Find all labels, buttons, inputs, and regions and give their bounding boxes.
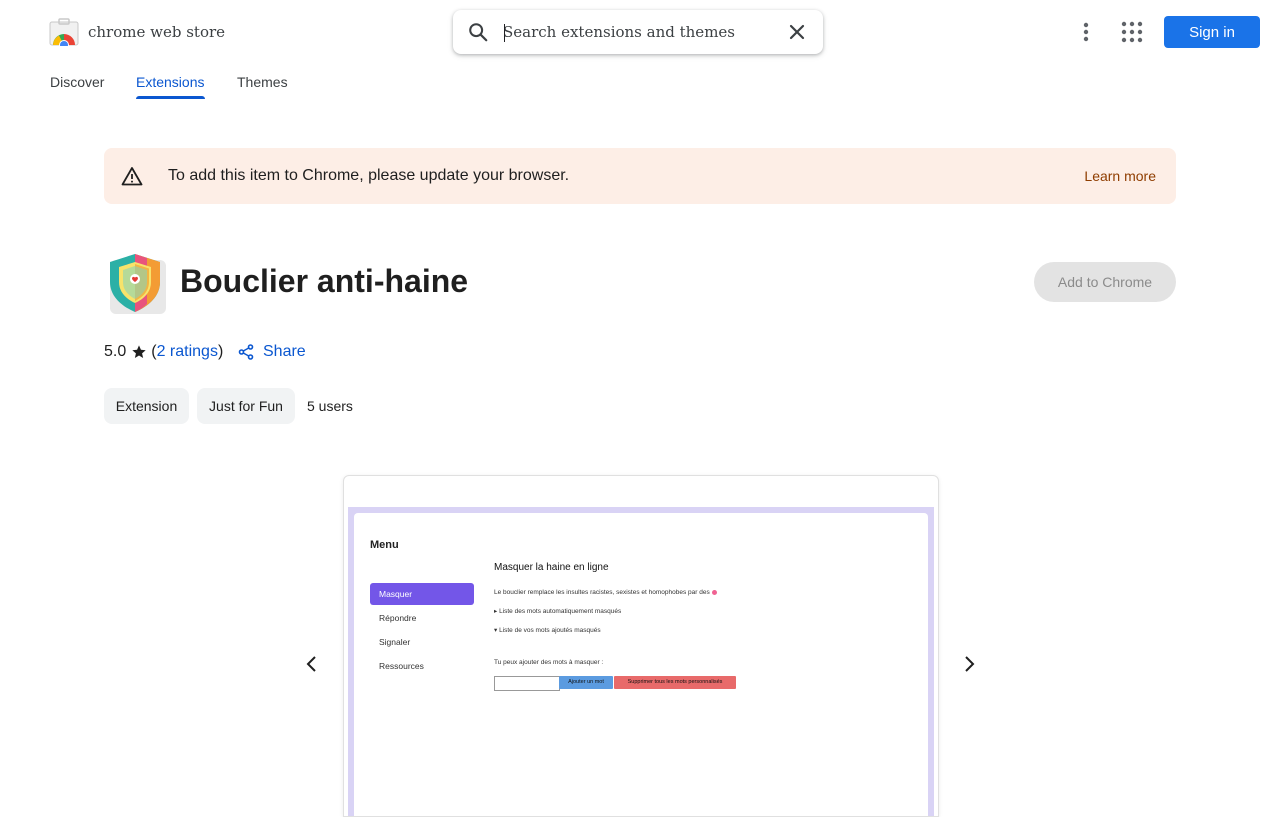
panel-description-text: Le bouclier remplace les insultes racist… bbox=[494, 589, 710, 596]
tab-themes[interactable]: Themes bbox=[237, 73, 288, 91]
share-icon[interactable] bbox=[238, 344, 254, 360]
chevron-right-icon[interactable] bbox=[959, 654, 979, 674]
update-browser-banner: To add this item to Chrome, please updat… bbox=[104, 148, 1176, 204]
menu-item-signaler: Signaler bbox=[379, 637, 411, 647]
banner-message: To add this item to Chrome, please updat… bbox=[168, 167, 570, 184]
user-count: 5 users bbox=[307, 398, 353, 414]
chevron-left-icon[interactable] bbox=[302, 654, 322, 674]
active-tab-indicator bbox=[136, 96, 205, 99]
rating-paren-close: ) bbox=[217, 343, 224, 360]
tab-extensions[interactable]: Extensions bbox=[136, 73, 204, 91]
screenshot-content: Menu Masquer Répondre Signaler Ressource… bbox=[354, 513, 928, 816]
sign-in-button[interactable]: Sign in bbox=[1164, 16, 1260, 48]
menu-item-ressources: Ressources bbox=[379, 661, 424, 671]
add-words-label: Tu peux ajouter des mots à masquer : bbox=[494, 659, 604, 666]
apps-grid-icon[interactable] bbox=[1121, 21, 1143, 43]
menu-item-masquer: Masquer bbox=[370, 583, 474, 605]
search-box[interactable] bbox=[453, 10, 823, 54]
search-input[interactable] bbox=[503, 16, 773, 48]
chip-extension[interactable]: Extension bbox=[104, 388, 189, 424]
chrome-web-store-logo[interactable] bbox=[49, 18, 79, 46]
extension-title: Bouclier anti-haine bbox=[180, 263, 469, 299]
add-word-button: Ajouter un mot bbox=[559, 676, 613, 689]
warning-icon bbox=[121, 167, 143, 186]
learn-more-link[interactable]: Learn more bbox=[1084, 168, 1156, 184]
extension-shield-icon bbox=[110, 254, 166, 314]
ratings-count-link[interactable]: 2 ratings bbox=[157, 342, 218, 362]
more-vert-icon[interactable] bbox=[1076, 20, 1096, 44]
screenshot-preview: Menu Masquer Répondre Signaler Ressource… bbox=[343, 475, 939, 817]
tab-discover[interactable]: Discover bbox=[50, 73, 104, 91]
chip-category[interactable]: Just for Fun bbox=[197, 388, 295, 424]
panel-title: Masquer la haine en ligne bbox=[494, 562, 609, 573]
panel-description: Le bouclier remplace les insultes racist… bbox=[494, 589, 717, 596]
share-link[interactable]: Share bbox=[263, 342, 306, 362]
screenshot-frame: Menu Masquer Répondre Signaler Ressource… bbox=[348, 507, 934, 816]
auto-masked-list-toggle: ▸ Liste des mots automatiquement masqués bbox=[494, 608, 622, 615]
custom-masked-list-toggle: ▾ Liste de vos mots ajoutés masqués bbox=[494, 627, 601, 634]
menu-item-repondre: Répondre bbox=[379, 613, 417, 623]
store-name[interactable]: chrome web store bbox=[88, 22, 225, 42]
rating-value: 5.0 bbox=[104, 343, 127, 360]
pink-dot-icon bbox=[711, 589, 717, 595]
text-caret bbox=[504, 24, 505, 42]
close-icon[interactable] bbox=[787, 22, 807, 42]
word-input bbox=[494, 676, 560, 691]
delete-words-button: Supprimer tous les mots personnalisés bbox=[614, 676, 736, 689]
add-to-chrome-button[interactable]: Add to Chrome bbox=[1034, 262, 1176, 302]
menu-title: Menu bbox=[370, 539, 399, 551]
rating-summary: 5.0 (2 ratings) bbox=[104, 342, 223, 362]
star-icon bbox=[132, 345, 146, 358]
search-icon[interactable] bbox=[467, 21, 489, 43]
